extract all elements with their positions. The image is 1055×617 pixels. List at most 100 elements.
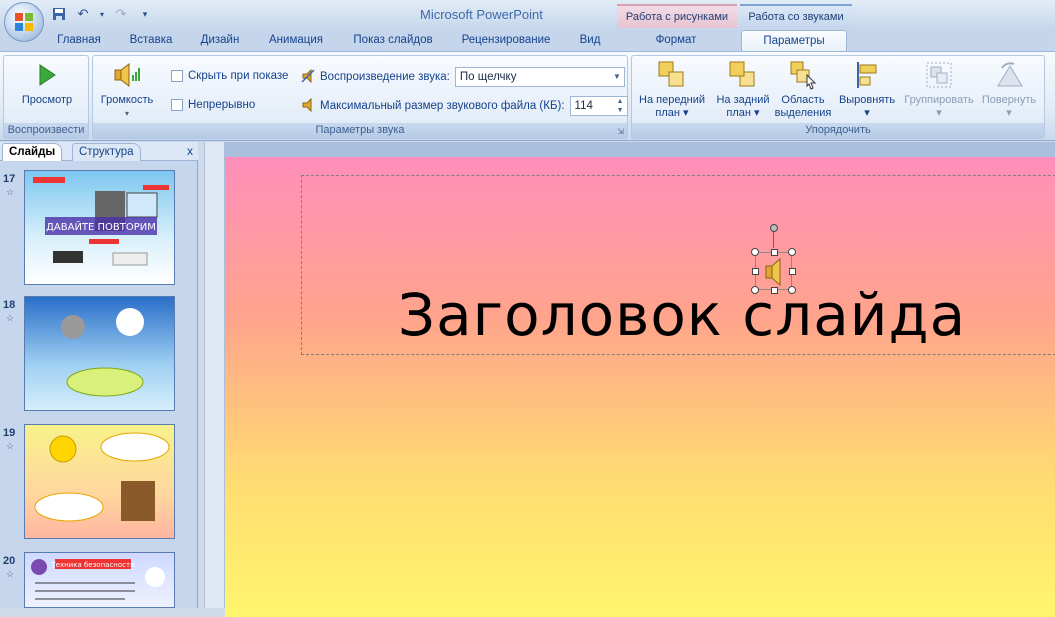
slide-20-art: Техника безопасности bbox=[31, 559, 165, 600]
slide-number: 18 bbox=[3, 299, 16, 311]
dialog-launcher-icon[interactable]: ⇲ bbox=[617, 127, 624, 136]
volume-button[interactable]: Громкость ▾ bbox=[97, 60, 157, 120]
resize-handle[interactable] bbox=[771, 287, 778, 294]
panel-scrollbar[interactable] bbox=[204, 142, 224, 608]
resize-handle[interactable] bbox=[751, 286, 759, 294]
resize-handle[interactable] bbox=[751, 248, 759, 256]
title-placeholder[interactable]: Заголовок слайда bbox=[301, 175, 1055, 355]
undo-icon[interactable]: ↶ bbox=[74, 6, 92, 22]
group-icon bbox=[923, 60, 955, 90]
hide-on-show-checkbox[interactable]: Скрыть при показе bbox=[171, 70, 288, 82]
resize-handle[interactable] bbox=[788, 248, 796, 256]
rotate-label: Повернуть bbox=[981, 94, 1037, 106]
title-bar: ↶ ▾ ↷ ▾ Microsoft PowerPoint Работа с ри… bbox=[0, 0, 1055, 30]
tab-review[interactable]: Рецензирование bbox=[450, 30, 562, 52]
checkbox-box[interactable] bbox=[171, 99, 183, 111]
slide-thumbnail[interactable] bbox=[24, 296, 175, 411]
rotate-button[interactable]: Повернуть ▾ bbox=[976, 60, 1042, 120]
tab-slides[interactable]: Слайды bbox=[2, 143, 63, 161]
resize-handle[interactable] bbox=[771, 249, 778, 256]
play-group: Просмотр Воспроизвести bbox=[3, 55, 89, 139]
speaker-icon bbox=[765, 257, 781, 287]
max-size-value: 114 bbox=[574, 100, 593, 112]
context-tab-sound-tools: Работа со звуками bbox=[740, 4, 852, 28]
max-size-label: Максимальный размер звукового файла (КБ)… bbox=[320, 100, 565, 112]
resize-handle[interactable] bbox=[788, 286, 796, 294]
loop-checkbox[interactable]: Непрерывно bbox=[171, 99, 255, 111]
selection-label-1: Область bbox=[781, 94, 825, 106]
animation-star-icon: ☆ bbox=[6, 569, 15, 579]
animation-star-icon: ☆ bbox=[6, 187, 15, 197]
quick-access-toolbar: ↶ ▾ ↷ ▾ bbox=[50, 4, 154, 24]
animation-star-icon: ☆ bbox=[6, 441, 15, 451]
ribbon-tabs: Главная Вставка Дизайн Анимация Показ сл… bbox=[0, 30, 1055, 52]
preview-button[interactable]: Просмотр bbox=[12, 60, 82, 107]
file-size-icon bbox=[301, 97, 315, 115]
volume-dropdown-icon: ▾ bbox=[124, 109, 129, 118]
animation-star-icon: ☆ bbox=[6, 313, 15, 323]
close-icon[interactable]: x bbox=[187, 144, 193, 158]
send-to-back-button[interactable]: На задний план ▾ bbox=[710, 60, 776, 120]
tab-format[interactable]: Формат bbox=[640, 30, 712, 52]
tab-outline[interactable]: Структура bbox=[72, 143, 141, 161]
tab-animation[interactable]: Анимация bbox=[258, 30, 334, 52]
play-icon bbox=[31, 60, 63, 90]
slide[interactable]: Заголовок слайда bbox=[225, 157, 1055, 617]
slide-thumbnail[interactable] bbox=[24, 424, 175, 539]
office-button[interactable] bbox=[4, 2, 44, 42]
dropdown-arrow-icon[interactable]: ▾ bbox=[98, 6, 106, 22]
selection-pane-icon bbox=[787, 60, 819, 90]
align-label: Выровнять bbox=[838, 94, 896, 106]
align-icon bbox=[851, 60, 883, 90]
send-back-label-2: план bbox=[726, 107, 751, 119]
slide-thumbnail[interactable]: Техника безопасности bbox=[24, 552, 175, 608]
sound-object[interactable] bbox=[751, 224, 796, 294]
align-button[interactable]: Выровнять ▾ bbox=[836, 60, 898, 120]
resize-handle[interactable] bbox=[752, 268, 759, 275]
play-sound-row: Воспроизведение звука: По щелчку ▼ bbox=[301, 67, 625, 87]
speaker-icon bbox=[111, 60, 143, 90]
tab-insert[interactable]: Вставка bbox=[120, 30, 182, 52]
tab-view[interactable]: Вид bbox=[570, 30, 610, 52]
selection-pane-button[interactable]: Область выделения bbox=[772, 60, 834, 120]
play-sound-value: По щелчку bbox=[459, 71, 517, 83]
preview-label: Просмотр bbox=[21, 94, 73, 106]
slide-19-art bbox=[34, 432, 170, 522]
chevron-down-icon[interactable]: ▼ bbox=[613, 72, 621, 81]
tab-design[interactable]: Дизайн bbox=[190, 30, 250, 52]
volume-label: Громкость bbox=[100, 94, 154, 106]
slide-18-art bbox=[61, 308, 144, 397]
slide-20-title: Техника безопасности bbox=[50, 561, 134, 569]
tab-home[interactable]: Главная bbox=[48, 30, 110, 52]
rotate-icon bbox=[993, 60, 1025, 90]
stepper-arrows-icon[interactable]: ▲ ▼ bbox=[617, 97, 624, 115]
play-sound-select[interactable]: По щелчку ▼ bbox=[454, 67, 625, 87]
redo-icon[interactable]: ↷ bbox=[112, 6, 130, 22]
tab-slideshow[interactable]: Показ слайдов bbox=[343, 30, 443, 52]
panel-tabs: Слайды Структура x bbox=[0, 142, 198, 161]
checkbox-box[interactable] bbox=[171, 70, 183, 82]
sound-options-label: Параметры звука bbox=[93, 123, 627, 138]
max-size-stepper[interactable]: 114 ▲ ▼ bbox=[569, 96, 628, 116]
slide-17-title: ДАВАЙТЕ ПОВТОРИМ bbox=[46, 220, 156, 233]
group-button[interactable]: Группировать ▾ bbox=[900, 60, 978, 120]
selection-label-2: выделения bbox=[774, 107, 832, 119]
slide-thumbnail[interactable]: ДАВАЙТЕ ПОВТОРИМ bbox=[24, 170, 175, 285]
save-icon[interactable] bbox=[50, 6, 68, 22]
play-group-label: Воспроизвести bbox=[4, 123, 88, 138]
slide-17-art: ДАВАЙТЕ ПОВТОРИМ bbox=[33, 177, 169, 266]
slides-panel: Слайды Структура x 17 ☆ ДАВАЙТЕ ПОВТОРИМ… bbox=[0, 142, 198, 608]
hide-on-show-label: Скрыть при показе bbox=[188, 70, 289, 82]
rotate-handle[interactable] bbox=[770, 224, 778, 232]
slide-number: 20 bbox=[3, 555, 16, 567]
customize-qat-icon[interactable]: ▾ bbox=[136, 6, 154, 22]
resize-handle[interactable] bbox=[789, 268, 796, 275]
office-logo-icon bbox=[15, 13, 33, 31]
arrange-group-label: Упорядочить bbox=[632, 123, 1044, 138]
play-sound-label: Воспроизведение звука: bbox=[320, 71, 450, 83]
slide-title[interactable]: Заголовок слайда bbox=[302, 281, 1055, 349]
tab-options[interactable]: Параметры bbox=[741, 30, 847, 52]
send-back-label-1: На задний bbox=[716, 94, 770, 106]
max-size-row: Максимальный размер звукового файла (КБ)… bbox=[301, 96, 628, 116]
bring-to-front-button[interactable]: На передний план ▾ bbox=[636, 60, 708, 120]
